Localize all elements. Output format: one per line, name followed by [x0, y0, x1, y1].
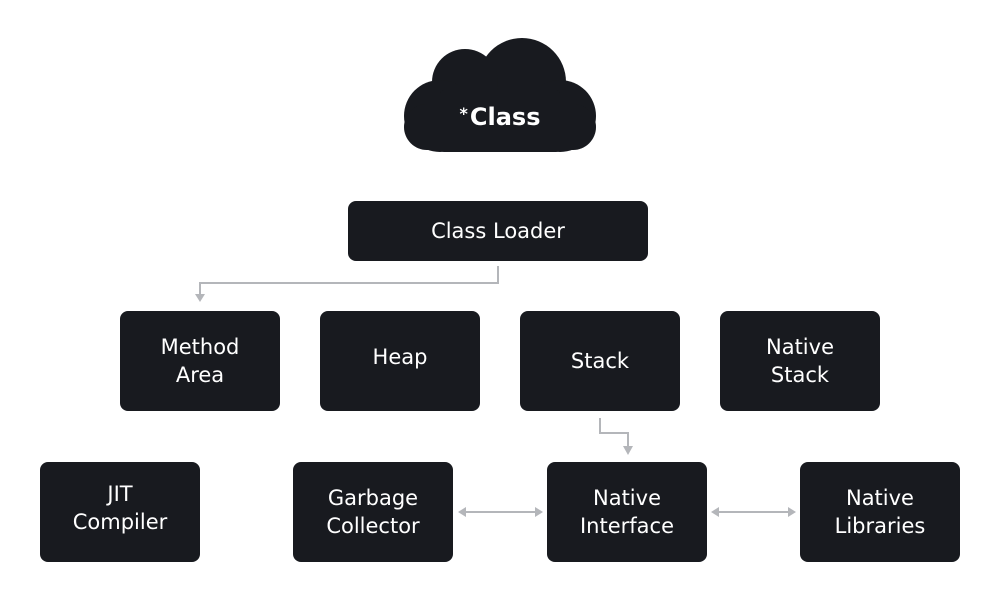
method-area-label: Method Area — [160, 335, 240, 387]
asterisk-marker: * — [459, 103, 468, 123]
arrowhead-left-icon — [458, 507, 466, 517]
jit-compiler-node[interactable]: JIT Compiler — [40, 462, 200, 562]
native-stack-node[interactable]: Native Stack — [720, 311, 880, 411]
native-libraries-label: Native Libraries — [834, 486, 926, 538]
class-title: Class — [469, 103, 541, 131]
jit-compiler-label: JIT Compiler — [72, 482, 168, 534]
garbage-collector-label: Garbage Collector — [326, 486, 420, 538]
class-cloud: * Class — [400, 34, 600, 154]
arrowhead-left-icon — [711, 507, 719, 517]
stack-node[interactable]: Stack — [520, 311, 680, 411]
edge-stack-nativeinterface — [599, 418, 629, 447]
native-interface-node[interactable]: Native Interface — [547, 462, 707, 562]
heap-node[interactable]: Heap — [320, 311, 480, 411]
arrowhead-right-icon — [788, 507, 796, 517]
native-stack-label: Native Stack — [766, 335, 834, 387]
edge-classloader-methodarea — [199, 266, 499, 295]
arrowhead-right-icon — [535, 507, 543, 517]
arrowhead-down-icon — [195, 294, 205, 302]
cloud-label: * Class — [400, 34, 600, 154]
native-interface-label: Native Interface — [579, 486, 675, 538]
arrowhead-down-icon — [623, 446, 633, 455]
method-area-node[interactable]: Method Area — [120, 311, 280, 411]
heap-label: Heap — [372, 345, 428, 369]
garbage-collector-node[interactable]: Garbage Collector — [293, 462, 453, 562]
class-loader-label: Class Loader — [431, 219, 565, 243]
native-libraries-node[interactable]: Native Libraries — [800, 462, 960, 562]
class-loader-node[interactable]: Class Loader — [348, 201, 648, 261]
stack-label: Stack — [570, 349, 630, 373]
